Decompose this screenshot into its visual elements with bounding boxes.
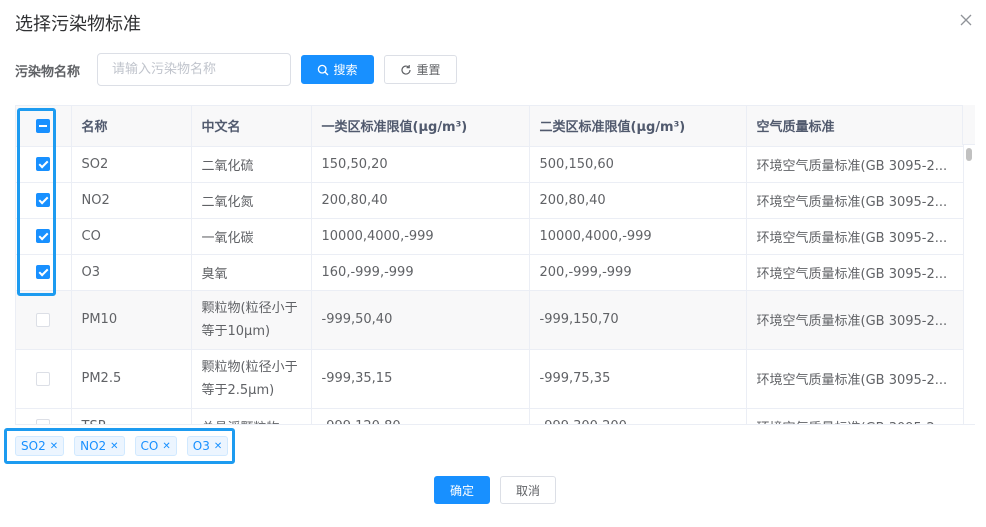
tag-label: NO2 bbox=[80, 439, 107, 453]
cell-name: TSP bbox=[71, 408, 192, 424]
header-standard: 空气质量标准 bbox=[746, 106, 964, 147]
tag-close-icon[interactable]: ✕ bbox=[162, 441, 170, 452]
row-checkbox-cell bbox=[16, 408, 72, 424]
selected-tag: CO ✕ bbox=[134, 436, 177, 456]
cell-limit2: -999,300,200 bbox=[529, 408, 747, 424]
cell-limit1: 160,-999,-999 bbox=[311, 254, 530, 291]
cell-limit2: 200,80,40 bbox=[529, 182, 747, 219]
table-header-row: 名称 中文名 一类区标准限值(μg/m³) 二类区标准限值(μg/m³) 空气质… bbox=[16, 106, 964, 147]
cell-limit1: -999,120,80 bbox=[311, 408, 530, 424]
cell-cn-name: 颗粒物(粒径小于等于10μm) bbox=[191, 290, 312, 350]
cell-standard: 环境空气质量标准(GB 3095-2... bbox=[746, 349, 964, 409]
row-checkbox-cell bbox=[16, 218, 72, 255]
row-checkbox[interactable] bbox=[36, 157, 51, 171]
confirm-button[interactable]: 确定 bbox=[434, 476, 490, 504]
tag-label: O3 bbox=[192, 439, 210, 453]
cell-limit1: 10000,4000,-999 bbox=[311, 218, 530, 255]
table-row[interactable]: PM10 颗粒物(粒径小于等于10μm) -999,50,40 -999,150… bbox=[16, 290, 964, 350]
select-all-cell bbox=[16, 106, 72, 147]
search-button[interactable]: 搜索 bbox=[301, 55, 374, 84]
cell-limit2: -999,75,35 bbox=[529, 349, 747, 409]
cell-name: NO2 bbox=[71, 182, 192, 219]
cell-cn-name: 总悬浮颗粒物 bbox=[191, 408, 312, 424]
row-checkbox[interactable] bbox=[36, 312, 51, 327]
row-checkbox-cell bbox=[16, 146, 72, 183]
table-scrollbar[interactable] bbox=[966, 148, 972, 161]
header-name: 名称 bbox=[71, 106, 192, 147]
header-cn-name: 中文名 bbox=[191, 106, 312, 147]
select-all-checkbox[interactable] bbox=[36, 118, 51, 133]
search-input[interactable] bbox=[97, 53, 291, 86]
cell-name: O3 bbox=[71, 254, 192, 291]
selected-tags: SO2 ✕ NO2 ✕ CO ✕ O3 ✕ bbox=[15, 436, 229, 456]
reset-button-label: 重置 bbox=[416, 63, 441, 77]
cell-cn-name: 臭氧 bbox=[191, 254, 312, 291]
cell-cn-name: 二氧化硫 bbox=[191, 146, 312, 183]
selected-tag: NO2 ✕ bbox=[74, 436, 125, 456]
row-checkbox-cell bbox=[16, 182, 72, 219]
search-icon bbox=[317, 64, 329, 76]
cell-standard: 环境空气质量标准(GB 3095-2... bbox=[746, 146, 964, 183]
table-row[interactable]: SO2 二氧化硫 150,50,20 500,150,60 环境空气质量标准(G… bbox=[16, 146, 964, 183]
row-checkbox-cell bbox=[16, 349, 72, 409]
tag-label: CO bbox=[140, 439, 159, 453]
dialog-title: 选择污染物标准 bbox=[15, 14, 141, 35]
cell-limit2: -999,150,70 bbox=[529, 290, 747, 350]
cell-name: CO bbox=[71, 218, 192, 255]
close-icon[interactable] bbox=[958, 12, 974, 28]
tag-close-icon[interactable]: ✕ bbox=[50, 441, 58, 452]
cell-limit1: -999,35,15 bbox=[311, 349, 530, 409]
refresh-icon bbox=[400, 64, 412, 76]
cell-standard: 环境空气质量标准(GB 3095-2... bbox=[746, 408, 964, 424]
tag-close-icon[interactable]: ✕ bbox=[110, 441, 118, 452]
cell-cn-name: 一氧化碳 bbox=[191, 218, 312, 255]
tag-close-icon[interactable]: ✕ bbox=[214, 441, 222, 452]
cell-standard: 环境空气质量标准(GB 3095-2... bbox=[746, 254, 964, 291]
selected-tag: O3 ✕ bbox=[186, 436, 229, 456]
cell-limit1: 150,50,20 bbox=[311, 146, 530, 183]
table-row[interactable]: PM2.5 颗粒物(粒径小于等于2.5μm) -999,35,15 -999,7… bbox=[16, 349, 964, 409]
table-row[interactable]: NO2 二氧化氮 200,80,40 200,80,40 环境空气质量标准(GB… bbox=[16, 182, 964, 219]
row-checkbox-cell bbox=[16, 290, 72, 350]
cell-limit2: 200,-999,-999 bbox=[529, 254, 747, 291]
search-button-label: 搜索 bbox=[333, 63, 358, 77]
table-row[interactable]: TSP 总悬浮颗粒物 -999,120,80 -999,300,200 环境空气… bbox=[16, 408, 964, 424]
header-limit1: 一类区标准限值(μg/m³) bbox=[311, 106, 530, 147]
cell-limit2: 10000,4000,-999 bbox=[529, 218, 747, 255]
cell-limit1: 200,80,40 bbox=[311, 182, 530, 219]
row-checkbox[interactable] bbox=[36, 229, 51, 243]
cell-name: PM2.5 bbox=[71, 349, 192, 409]
pollutant-table: 名称 中文名 一类区标准限值(μg/m³) 二类区标准限值(μg/m³) 空气质… bbox=[15, 105, 975, 425]
cell-standard: 环境空气质量标准(GB 3095-2... bbox=[746, 182, 964, 219]
tag-label: SO2 bbox=[21, 439, 46, 453]
cell-name: PM10 bbox=[71, 290, 192, 350]
cell-limit2: 500,150,60 bbox=[529, 146, 747, 183]
cell-standard: 环境空气质量标准(GB 3095-2... bbox=[746, 290, 964, 350]
cancel-button[interactable]: 取消 bbox=[500, 476, 556, 504]
cell-cn-name: 二氧化氮 bbox=[191, 182, 312, 219]
cell-limit1: -999,50,40 bbox=[311, 290, 530, 350]
row-checkbox[interactable] bbox=[36, 193, 51, 207]
table-row[interactable]: CO 一氧化碳 10000,4000,-999 10000,4000,-999 … bbox=[16, 218, 964, 255]
cell-name: SO2 bbox=[71, 146, 192, 183]
row-checkbox[interactable] bbox=[36, 265, 51, 279]
search-label: 污染物名称 bbox=[15, 65, 81, 80]
cell-standard: 环境空气质量标准(GB 3095-2... bbox=[746, 218, 964, 255]
cell-cn-name: 颗粒物(粒径小于等于2.5μm) bbox=[191, 349, 312, 409]
row-checkbox[interactable] bbox=[36, 371, 51, 386]
header-limit2: 二类区标准限值(μg/m³) bbox=[529, 106, 747, 147]
reset-button[interactable]: 重置 bbox=[384, 55, 457, 84]
table-header-gutter bbox=[962, 105, 975, 145]
selected-tag: SO2 ✕ bbox=[15, 436, 65, 456]
row-checkbox[interactable] bbox=[36, 419, 51, 424]
row-checkbox-cell bbox=[16, 254, 72, 291]
table-row[interactable]: O3 臭氧 160,-999,-999 200,-999,-999 环境空气质量… bbox=[16, 254, 964, 291]
